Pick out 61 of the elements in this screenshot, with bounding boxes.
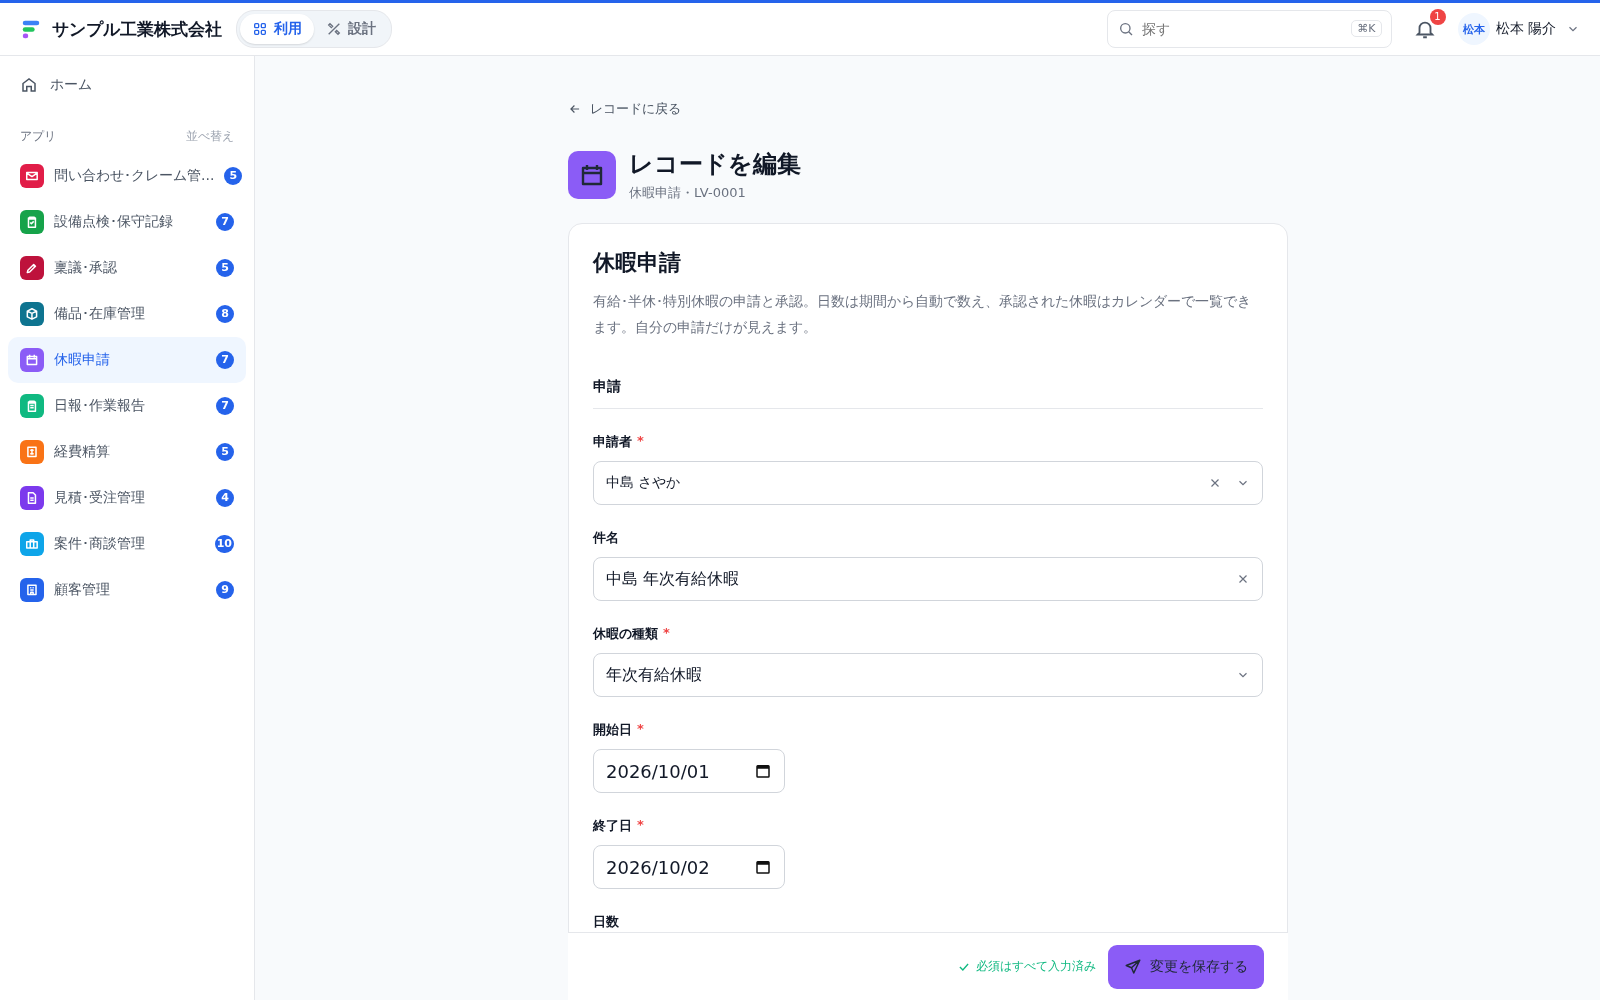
page-subtitle: 休暇申請・LV-0001 <box>629 184 747 202</box>
home-icon <box>20 76 38 94</box>
calendar-icon[interactable] <box>754 858 772 876</box>
calendar-icon[interactable] <box>754 762 772 780</box>
field-label: 申請者 <box>593 433 632 451</box>
section-heading: 申請 <box>593 378 1263 409</box>
user-menu[interactable]: 松本 松本 陽介 <box>1457 13 1580 45</box>
date-field[interactable]: 2026/10/02 <box>593 845 785 889</box>
required-mark: * <box>637 817 644 834</box>
count-badge: 8 <box>216 305 234 323</box>
company-name: サンプル工業株式会社 <box>52 17 222 41</box>
field-label: 件名 <box>593 529 619 547</box>
count-badge: 5 <box>224 167 243 185</box>
user-avatar: 松本 <box>1457 13 1490 45</box>
count-badge: 4 <box>216 489 234 507</box>
count-badge: 9 <box>216 581 234 599</box>
validation-status: 必須はすべて入力済み <box>957 958 1096 975</box>
mode-tab[interactable]: 設計 <box>314 14 388 44</box>
field-label: 終了日 <box>593 817 632 835</box>
send-icon <box>1124 957 1142 976</box>
page-title: レコードを編集 <box>629 149 801 180</box>
logo-icon <box>20 18 42 40</box>
field-label: 開始日 <box>593 721 632 739</box>
count-badge: 5 <box>216 259 234 277</box>
notification-badge: 1 <box>1429 9 1446 25</box>
count-badge: 7 <box>216 351 234 369</box>
arrow-icon <box>568 102 582 116</box>
grid-icon <box>252 21 268 37</box>
text-field[interactable]: 中島 年次有給休暇 <box>593 557 1263 601</box>
required-mark: * <box>637 721 644 738</box>
sidebar-item[interactable]: 備品･在庫管理 8 <box>8 291 246 337</box>
sidebar-item[interactable]: 顧客管理 9 <box>8 567 246 613</box>
sidebar-item[interactable]: 見積･受注管理 4 <box>8 475 246 521</box>
form-description: 有給･半休･特別休暇の申請と承認。日数は期間から自動で数え、承認された休暇はカレンダーで一覧できます。自分の申請だけが見えます。 <box>593 292 1252 337</box>
home-link[interactable]: ホーム <box>8 68 246 102</box>
back-link[interactable]: レコードに戻る <box>568 100 681 118</box>
tools-icon <box>326 21 342 37</box>
sidebar-item[interactable]: 設備点検･保守記録 7 <box>8 199 246 245</box>
sidebar-item[interactable]: 稟議･承認 5 <box>8 245 246 291</box>
sidebar-item[interactable]: 案件･商談管理 10 <box>8 521 246 567</box>
sidebar-item[interactable]: 経費精算 5 <box>8 429 246 475</box>
sidebar-item[interactable]: 問い合わせ･クレーム管... 5 <box>8 153 246 199</box>
sidebar-item[interactable]: 休暇申請 7 <box>8 337 246 383</box>
count-badge: 7 <box>216 397 234 415</box>
shortcut-hint: ⌘K <box>1351 20 1382 37</box>
field-label: 日数 <box>593 913 619 931</box>
required-mark: * <box>663 625 670 642</box>
save-button[interactable]: 変更を保存する <box>1108 944 1264 989</box>
calendar-icon <box>568 151 616 199</box>
count-badge: 5 <box>216 443 234 461</box>
field-label: 休暇の種類 <box>593 625 658 643</box>
form-title: 休暇申請 <box>593 249 682 277</box>
count-badge: 7 <box>216 213 234 231</box>
sidebar-item[interactable]: 日報･作業報告 7 <box>8 383 246 429</box>
mode-tab[interactable]: 利用 <box>240 14 314 44</box>
select-field[interactable]: 年次有給休暇 <box>593 653 1263 697</box>
required-mark: * <box>637 433 644 450</box>
count-badge: 10 <box>214 535 234 553</box>
section-label: アプリ <box>20 128 56 145</box>
date-field[interactable]: 2026/10/01 <box>593 749 785 793</box>
select-field[interactable]: 中島 さやか <box>593 461 1263 505</box>
